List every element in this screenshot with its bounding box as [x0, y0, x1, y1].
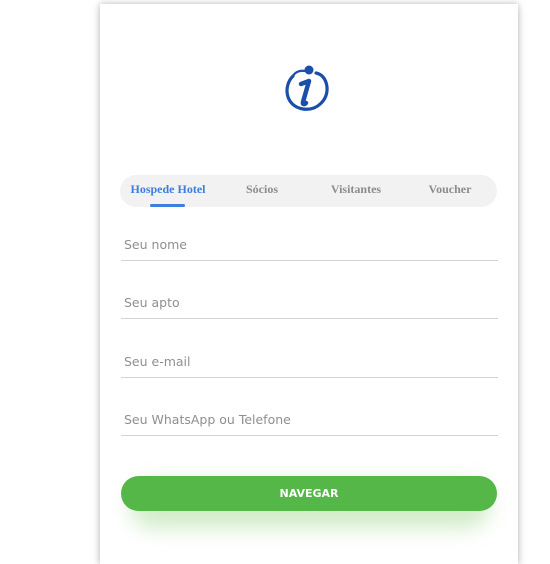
email-field [121, 347, 498, 378]
apto-field [121, 288, 498, 319]
email-input[interactable] [121, 347, 498, 375]
navegar-button[interactable]: NAVEGAR [121, 476, 497, 511]
user-type-tabs: Hospede Hotel Sócios Visitantes Voucher [120, 175, 497, 207]
tab-visitantes[interactable]: Visitantes [320, 175, 392, 207]
tab-hospede-hotel[interactable]: Hospede Hotel [126, 175, 210, 207]
apto-input[interactable] [121, 288, 498, 316]
phone-field [121, 405, 498, 436]
name-field [121, 230, 498, 261]
tab-voucher[interactable]: Voucher [416, 175, 484, 207]
phone-input[interactable] [121, 405, 498, 433]
name-input[interactable] [121, 230, 498, 258]
login-card: Hospede Hotel Sócios Visitantes Voucher … [100, 4, 518, 564]
tab-socios[interactable]: Sócios [232, 175, 292, 207]
active-tab-indicator [150, 204, 185, 207]
info-logo-icon [281, 62, 331, 114]
